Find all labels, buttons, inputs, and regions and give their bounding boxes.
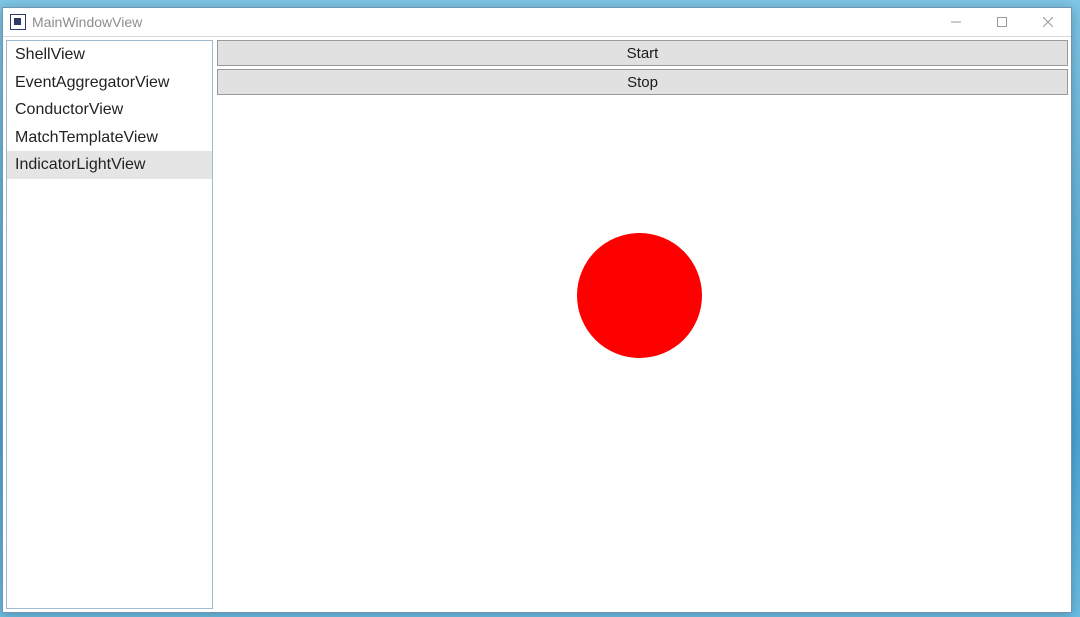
start-button[interactable]: Start <box>217 40 1068 66</box>
close-icon <box>1043 17 1053 27</box>
sidebar-item-label: ConductorView <box>15 101 123 118</box>
sidebar: ShellView EventAggregatorView ConductorV… <box>6 40 213 609</box>
app-window: MainWindowView ShellView EventAggregator… <box>2 7 1072 613</box>
maximize-button[interactable] <box>979 8 1025 36</box>
titlebar[interactable]: MainWindowView <box>3 8 1071 37</box>
maximize-icon <box>997 17 1007 27</box>
canvas-area <box>217 95 1068 609</box>
sidebar-item-conductorview[interactable]: ConductorView <box>7 96 212 124</box>
sidebar-item-label: IndicatorLightView <box>15 156 145 173</box>
sidebar-item-shellview[interactable]: ShellView <box>7 41 212 69</box>
close-button[interactable] <box>1025 8 1071 36</box>
sidebar-item-label: EventAggregatorView <box>15 74 169 91</box>
minimize-icon <box>951 17 961 27</box>
app-icon <box>10 14 26 30</box>
minimize-button[interactable] <box>933 8 979 36</box>
sidebar-item-label: MatchTemplateView <box>15 129 158 146</box>
stop-button[interactable]: Stop <box>217 69 1068 95</box>
main-content: Start Stop <box>217 40 1068 609</box>
sidebar-item-indicatorlightview[interactable]: IndicatorLightView <box>7 151 212 179</box>
sidebar-item-matchtemplateview[interactable]: MatchTemplateView <box>7 124 212 152</box>
client-area: ShellView EventAggregatorView ConductorV… <box>3 37 1071 612</box>
indicator-light <box>577 233 702 358</box>
sidebar-item-eventaggregatorview[interactable]: EventAggregatorView <box>7 69 212 97</box>
sidebar-item-label: ShellView <box>15 46 85 63</box>
window-controls <box>933 8 1071 36</box>
window-title: MainWindowView <box>32 14 142 30</box>
